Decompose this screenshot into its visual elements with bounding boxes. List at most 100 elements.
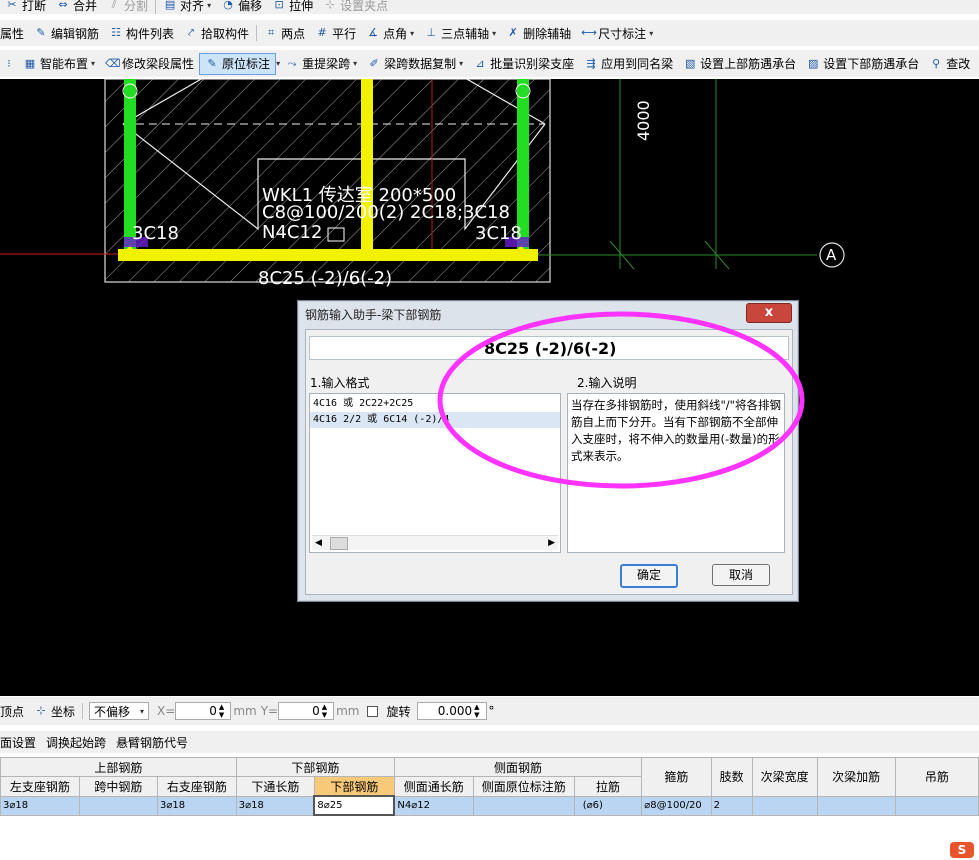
face-settings-button[interactable]: 面设置 — [0, 731, 41, 753]
scroll-thumb[interactable] — [330, 537, 348, 550]
delete-axis-button[interactable]: ✗ 删除辅轴 — [501, 20, 576, 46]
point-angle-icon: ∡ — [368, 26, 379, 39]
re-extract-span-button[interactable]: ⤳ 重提梁跨 ▾ — [280, 50, 362, 77]
table-cell[interactable]: 3⌀18 — [0, 795, 80, 816]
spin-icon[interactable]: ▲ ▼ — [322, 703, 327, 719]
set-grip-button[interactable]: ⊹ 设置夹点 — [318, 0, 393, 13]
two-points-button[interactable]: ⌗ 两点 — [259, 20, 310, 46]
separator — [82, 703, 84, 719]
format-list[interactable]: 4C16 或 2C22+2C25 4C16 2/2 或 6C14 (-2)/4 … — [309, 393, 561, 553]
align-button[interactable]: ▤ 对齐 ▾ — [158, 0, 216, 13]
lower-rebar-cap-icon: ▨ — [807, 56, 819, 70]
in-situ-mark-button[interactable]: ✎ 原位标注 — [199, 52, 277, 75]
properties-button[interactable]: 属性 — [0, 20, 29, 46]
axis-label: A — [826, 246, 837, 264]
column-header-stirrup: 箍筋 — [641, 757, 712, 797]
grid-toolbar: 面设置 调换起始跨 悬臂钢筋代号 — [0, 731, 979, 753]
set-upper-rebar-cap-button[interactable]: ▧ 设置上部筋遇承台 — [678, 50, 801, 77]
merge-icon: ⇔ — [58, 0, 68, 11]
table-cell[interactable] — [894, 795, 979, 816]
scroll-left-icon[interactable]: ◀ — [315, 536, 322, 550]
merge-button[interactable]: ⇔ 合并 — [51, 0, 102, 13]
in-situ-mark-icon: ✎ — [207, 56, 217, 70]
set-lower-rebar-cap-button[interactable]: ▨ 设置下部筋遇承台 — [801, 50, 924, 77]
table-cell[interactable] — [472, 795, 575, 816]
table-cell[interactable]: ⌀8@100/20 — [641, 795, 712, 816]
adjust-start-span-button[interactable]: 调换起始跨 — [41, 731, 111, 753]
chevron-down-icon: ▾ — [492, 28, 497, 38]
format-list-scrollbar[interactable]: ◀ ▶ — [312, 535, 558, 550]
chevron-down-icon: ▾ — [207, 0, 212, 10]
table-cell[interactable]: 3⌀18 — [156, 795, 237, 816]
table-cell[interactable]: N4⌀12 — [393, 795, 474, 816]
three-point-axis-button[interactable]: ⊥ 三点辅轴 ▾ — [419, 20, 501, 46]
table-cell[interactable]: 2 — [710, 795, 753, 816]
x-input[interactable]: 0 ▲ ▼ — [175, 702, 232, 720]
parallel-button[interactable]: # 平行 — [310, 20, 361, 46]
ok-button[interactable]: 确定 — [620, 564, 678, 588]
column-header-hanger: 吊筋 — [894, 757, 979, 797]
dialog-close-button[interactable]: x — [746, 303, 792, 323]
cancel-button[interactable]: 取消 — [712, 564, 770, 586]
split-icon: ⫽ — [111, 0, 117, 11]
table-cell-editing[interactable]: 8⌀25 — [313, 795, 396, 816]
dimension-icon: ⟷ — [581, 26, 597, 39]
offset-button[interactable]: ◔ 偏移 — [216, 0, 267, 13]
delete-axis-icon: ✗ — [508, 26, 518, 39]
apply-same-name-button[interactable]: ⇶ 应用到同名梁 — [579, 50, 678, 77]
table-cell[interactable] — [816, 795, 896, 816]
x-label: X= — [157, 704, 176, 718]
split-button[interactable]: ⫽ 分割 — [102, 0, 153, 13]
format-list-item[interactable]: 4C16 或 2C22+2C25 — [310, 396, 560, 412]
table-cell[interactable] — [751, 795, 818, 816]
modify-span-props-button[interactable]: ⌫ 修改梁段属性 — [100, 50, 199, 77]
table-row[interactable]: 3⌀18 3⌀18 3⌀18 8⌀25 N4⌀12 (⌀6) ⌀8@100/20… — [0, 795, 979, 816]
component-list-button[interactable]: ☷ 构件列表 — [104, 20, 179, 46]
y-label: Y= — [260, 704, 279, 718]
beam-bottom — [118, 249, 538, 261]
table-cell[interactable] — [78, 795, 158, 816]
beam-vertical — [361, 79, 373, 255]
ime-tray-icon[interactable]: S — [950, 842, 974, 858]
dimension-button[interactable]: ⟷ 尺寸标注 ▾ — [576, 20, 658, 46]
modify-props-icon: ⌫ — [105, 56, 121, 70]
y-unit: mm — [336, 704, 360, 718]
smart-layout-button[interactable]: ▦ 智能布置 ▾ — [18, 50, 100, 77]
scroll-right-icon[interactable]: ▶ — [548, 536, 555, 550]
rebar-input-field[interactable]: 8C25 (-2)/6(-2) — [309, 336, 789, 360]
table-cell[interactable]: (⌀6) — [573, 795, 643, 816]
edit-rebar-button[interactable]: ✎ 编辑钢筋 — [29, 20, 104, 46]
stretch-button[interactable]: ⊡ 拉伸 — [267, 0, 318, 13]
vertex-button[interactable]: 顶点 — [0, 697, 29, 725]
bottom-note-label: 8C25 (-2)/6(-2) — [258, 268, 393, 289]
spin-icon[interactable]: ▲ ▼ — [474, 703, 479, 719]
spin-icon[interactable]: ▲ ▼ — [219, 703, 224, 719]
toolbar-row-3: ⁝ ▦ 智能布置 ▾ ⌫ 修改梁段属性 ✎ 原位标注 ▾ ⤳ 重提梁跨 ▾ ✐ 梁跨数据复制 ▾… — [0, 50, 979, 77]
cantilever-code-button[interactable]: 悬臂钢筋代号 — [111, 731, 193, 753]
batch-identify-support-button[interactable]: ⊿ 批量识别梁支座 — [468, 50, 579, 77]
rotate-input[interactable]: 0.000 ▲ ▼ — [416, 702, 487, 720]
x-unit: mm — [233, 704, 257, 718]
coordinate-bar: 顶点 ⊹ 坐标 不偏移 ▾ X= 0 ▲ ▼ mm Y= 0 ▲ ▼ mm 旋转 0.000… — [0, 697, 979, 725]
pick-component-button[interactable]: ⤤ 拾取构件 — [179, 20, 254, 46]
align-icon: ▤ — [164, 0, 176, 11]
break-button[interactable]: ✂ 打断 — [0, 0, 51, 13]
degree-unit: ° — [488, 704, 495, 718]
lookup-button[interactable]: ⚲ 查改 — [924, 50, 975, 77]
rotate-checkbox[interactable] — [367, 705, 379, 717]
chevron-down-icon: ▾ — [410, 28, 415, 38]
offset-mode-select[interactable]: 不偏移 ▾ — [89, 702, 150, 720]
break-icon: ✂ — [7, 0, 17, 11]
toolbar-leading-icon[interactable]: ⁝ — [0, 50, 18, 77]
coord-button[interactable]: ⊹ 坐标 — [29, 697, 80, 725]
y-input[interactable]: 0 ▲ ▼ — [278, 702, 335, 720]
point-angle-button[interactable]: ∡ 点角 ▾ — [361, 20, 419, 46]
span-data-copy-button[interactable]: ✐ 梁跨数据复制 ▾ — [362, 50, 468, 77]
parallel-icon: # — [317, 26, 327, 39]
format-list-item[interactable]: 4C16 2/2 或 6C14 (-2)/4 — [310, 412, 560, 428]
table-cell[interactable]: 3⌀18 — [235, 795, 315, 816]
column-header-side-in-situ: 侧面原位标注筋 — [472, 776, 575, 797]
re-extract-icon: ⤳ — [287, 56, 297, 70]
format-section-label: 1.输入格式 — [310, 376, 370, 390]
dialog-title: 钢筋输入助手-梁下部钢筋 — [305, 307, 442, 322]
